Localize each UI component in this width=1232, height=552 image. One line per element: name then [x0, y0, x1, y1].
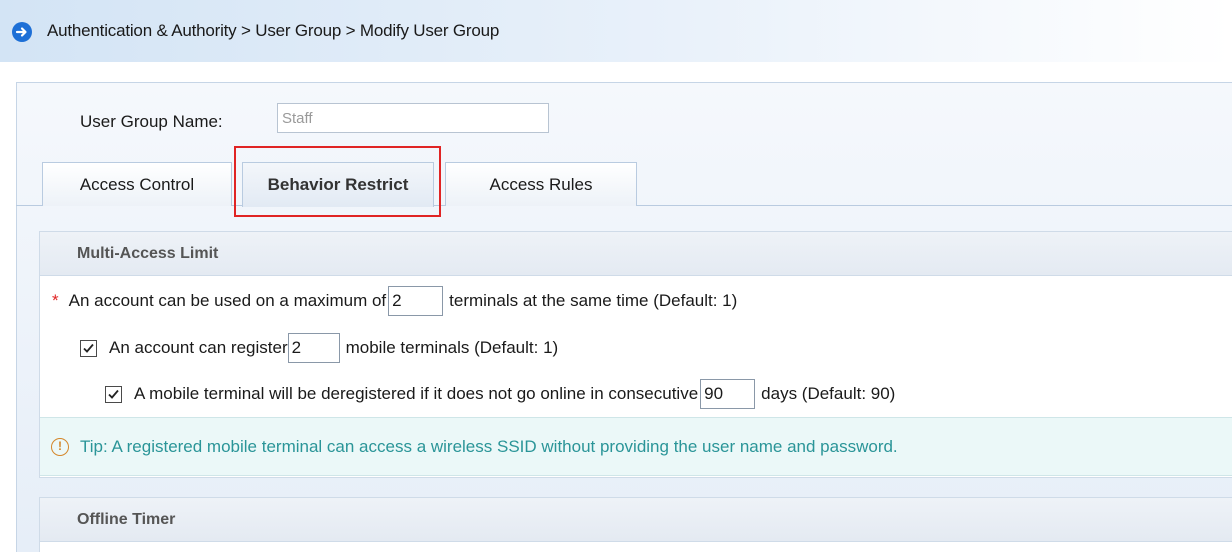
tab-label: Behavior Restrict	[267, 175, 409, 194]
info-icon: !	[51, 438, 69, 456]
deregister-prefix: A mobile terminal will be deregistered i…	[134, 384, 699, 403]
max-terminals-prefix: An account can be used on a maximum of	[68, 291, 387, 310]
section-title: Offline Timer	[40, 498, 1232, 542]
tab-label: Access Control	[79, 174, 195, 194]
register-mobile-suffix: mobile terminals (Default: 1)	[345, 338, 559, 357]
register-mobile-input[interactable]	[287, 333, 340, 363]
max-terminals-row: * An account can be used on a maximum of…	[52, 286, 737, 316]
user-group-name-label: User Group Name:	[80, 112, 223, 131]
tab-behavior-restrict[interactable]: Behavior Restrict	[242, 162, 434, 207]
breadcrumb: Authentication & Authority > User Group …	[47, 21, 500, 40]
register-mobile-row: An account can register mobile terminals…	[80, 333, 558, 363]
user-group-name-input[interactable]	[277, 103, 549, 133]
deregister-days-input[interactable]	[700, 379, 756, 409]
section-title: Multi-Access Limit	[40, 232, 1232, 276]
arrow-right-circle-icon	[12, 22, 32, 42]
deregister-suffix: days (Default: 90)	[761, 384, 896, 403]
max-terminals-input[interactable]	[388, 286, 444, 316]
page-header: Authentication & Authority > User Group …	[0, 0, 1232, 62]
max-terminals-suffix: terminals at the same time (Default: 1)	[449, 291, 738, 310]
register-mobile-prefix: An account can register	[109, 338, 288, 357]
tip-box: ! Tip: A registered mobile terminal can …	[40, 417, 1232, 476]
required-mark: *	[52, 291, 59, 310]
tab-label: Access Rules	[489, 174, 593, 194]
deregister-checkbox[interactable]	[105, 385, 122, 403]
tab-access-rules[interactable]: Access Rules	[445, 162, 637, 206]
register-mobile-checkbox[interactable]	[80, 339, 97, 357]
tip-text: Tip: A registered mobile terminal can ac…	[80, 437, 898, 456]
deregister-row: A mobile terminal will be deregistered i…	[105, 379, 895, 409]
tab-access-control[interactable]: Access Control	[42, 162, 232, 206]
offline-timer-section: Offline Timer	[39, 497, 1232, 552]
